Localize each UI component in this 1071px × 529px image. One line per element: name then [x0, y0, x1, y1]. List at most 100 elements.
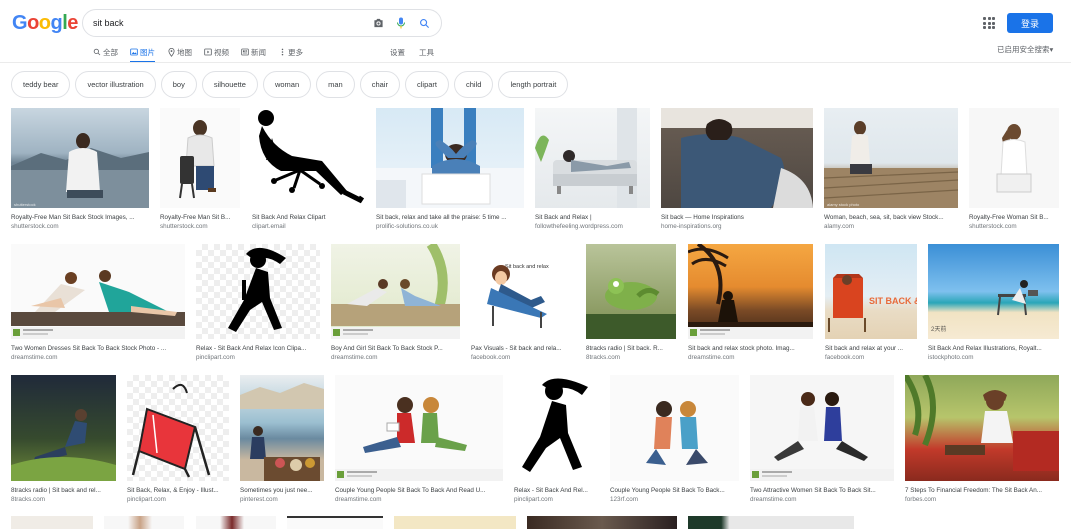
result-thumbnail[interactable]: [750, 375, 894, 481]
result-caption[interactable]: Royalty-Free Woman Sit B...: [969, 213, 1059, 222]
image-result[interactable]: Relax - Sit Back And Relax Icon Clipa...…: [196, 244, 320, 362]
result-source[interactable]: pinclipart.com: [196, 353, 320, 362]
result-thumbnail[interactable]: [331, 244, 460, 339]
search-box[interactable]: [82, 9, 442, 37]
image-result[interactable]: 8tracks radio | Sit back and rel... 8tra…: [11, 375, 116, 504]
result-thumbnail[interactable]: [252, 108, 365, 208]
result-caption[interactable]: Sit Back, Relax, & Enjoy - Illust...: [127, 486, 229, 495]
image-result[interactable]: Boy And Girl Sit Back To Back Stock P...…: [331, 244, 460, 362]
result-source[interactable]: shutterstock.com: [969, 222, 1059, 231]
result-caption[interactable]: Relax - Sit Back And Relax Icon Clipa...: [196, 344, 320, 353]
result-source[interactable]: followthefeeling.wordpress.com: [535, 222, 650, 231]
result-caption[interactable]: Sit back and relax at your ...: [825, 344, 917, 353]
chip[interactable]: clipart: [404, 71, 449, 98]
result-thumbnail[interactable]: [376, 108, 524, 208]
chip[interactable]: teddy bear: [11, 71, 71, 98]
image-result[interactable]: SIT BACK & RELAX Sit back and relax at y…: [825, 244, 917, 362]
chip[interactable]: silhouette: [201, 71, 258, 98]
image-result[interactable]: Two Women Dresses Sit Back To Back Stock…: [11, 244, 185, 362]
result-thumbnail[interactable]: [905, 375, 1059, 481]
microphone-icon[interactable]: [394, 16, 408, 30]
chip[interactable]: chair: [359, 71, 400, 98]
chip[interactable]: man: [316, 71, 355, 98]
result-thumbnail[interactable]: [514, 375, 599, 481]
result-caption[interactable]: Royalty-Free Man Sit Back Stock Images, …: [11, 213, 149, 222]
tab-more[interactable]: 更多: [278, 42, 303, 62]
result-caption[interactable]: Boy And Girl Sit Back To Back Stock P...: [331, 344, 460, 353]
image-result[interactable]: Sit back and relax Pax Visuals - Sit bac…: [471, 244, 575, 362]
result-source[interactable]: 123rf.com: [610, 495, 739, 504]
result-caption[interactable]: 8tracks radio | Sit back and rel...: [11, 486, 116, 495]
image-result[interactable]: shutterstock Royalty-Free Man Sit Back S…: [11, 108, 149, 231]
tab-images[interactable]: 图片: [130, 42, 155, 63]
safesearch-toggle[interactable]: 已启用安全搜索▾: [997, 44, 1053, 55]
image-result[interactable]: [287, 516, 383, 529]
result-source[interactable]: alamy.com: [824, 222, 958, 231]
search-input[interactable]: [93, 18, 362, 28]
image-result[interactable]: Sit back — Home Inspirations home-inspir…: [661, 108, 813, 231]
result-source[interactable]: pinclipart.com: [514, 495, 599, 504]
result-thumbnail[interactable]: Sit back and relax: [471, 244, 575, 339]
result-caption[interactable]: Relax - Sit Back And Rel...: [514, 486, 599, 495]
result-caption[interactable]: Couple Young People Sit Back To Back And…: [335, 486, 503, 495]
image-result[interactable]: [688, 516, 854, 529]
result-source[interactable]: facebook.com: [471, 353, 575, 362]
result-source[interactable]: dreamstime.com: [688, 353, 813, 362]
chip[interactable]: child: [454, 71, 494, 98]
result-source[interactable]: dreamstime.com: [331, 353, 460, 362]
result-thumbnail[interactable]: [661, 108, 813, 208]
result-caption[interactable]: Sit back and relax stock photo. Imag...: [688, 344, 813, 353]
result-source[interactable]: dreamstime.com: [335, 495, 503, 504]
image-result[interactable]: [527, 516, 677, 529]
result-caption[interactable]: Sit Back and Relax |: [535, 213, 650, 222]
result-thumbnail[interactable]: [586, 244, 676, 339]
result-source[interactable]: dreamstime.com: [750, 495, 894, 504]
result-caption[interactable]: Sit Back And Relax Clipart: [252, 213, 365, 222]
image-result[interactable]: Sit back and relax stock photo. Imag... …: [688, 244, 813, 362]
chip[interactable]: vector illustration: [75, 71, 156, 98]
result-caption[interactable]: Couple Young People Sit Back To Back...: [610, 486, 739, 495]
result-caption[interactable]: Sit back, relax and take all the praise:…: [376, 213, 524, 222]
image-result[interactable]: Relax - Sit Back And Rel... pinclipart.c…: [514, 375, 599, 504]
image-result[interactable]: Sit back, relax and take all the praise:…: [376, 108, 524, 231]
result-thumbnail[interactable]: [335, 375, 503, 481]
image-result[interactable]: [11, 516, 93, 529]
result-thumbnail[interactable]: [11, 375, 116, 481]
result-thumbnail[interactable]: [527, 516, 677, 529]
tab-maps[interactable]: 地图: [167, 42, 192, 62]
result-source[interactable]: 8tracks.com: [586, 353, 676, 362]
result-source[interactable]: facebook.com: [825, 353, 917, 362]
result-thumbnail[interactable]: alamy stock photo: [824, 108, 958, 208]
result-source[interactable]: 8tracks.com: [11, 495, 116, 504]
tab-videos[interactable]: 视频: [204, 42, 229, 62]
result-source[interactable]: shutterstock.com: [11, 222, 149, 231]
result-thumbnail[interactable]: [104, 516, 184, 529]
result-thumbnail[interactable]: [240, 375, 324, 481]
result-source[interactable]: home-inspirations.org: [661, 222, 813, 231]
tab-news[interactable]: 新闻: [241, 42, 266, 62]
result-thumbnail[interactable]: [287, 516, 383, 529]
login-button[interactable]: 登录: [1007, 13, 1053, 33]
result-thumbnail[interactable]: [969, 108, 1059, 208]
result-source[interactable]: dreamstime.com: [11, 353, 185, 362]
tab-all[interactable]: 全部: [93, 42, 118, 62]
image-result[interactable]: Couple Young People Sit Back To Back... …: [610, 375, 739, 504]
chip[interactable]: boy: [160, 71, 197, 98]
chip[interactable]: woman: [262, 71, 312, 98]
image-result[interactable]: Sit Back And Relax Clipart clipart.email: [252, 108, 365, 231]
apps-grid-icon[interactable]: [983, 17, 995, 29]
camera-icon[interactable]: [371, 16, 385, 30]
result-caption[interactable]: Sit back — Home Inspirations: [661, 213, 813, 222]
result-caption[interactable]: Two Attractive Women Sit Back To Back Si…: [750, 486, 894, 495]
result-source[interactable]: forbes.com: [905, 495, 1059, 504]
result-thumbnail[interactable]: SIT BACK & RELAX: [825, 244, 917, 339]
search-icon[interactable]: [417, 16, 431, 30]
result-caption[interactable]: Pax Visuals - Sit back and rela...: [471, 344, 575, 353]
image-result[interactable]: [394, 516, 516, 529]
image-result[interactable]: 8tracks radio | Sit back. R... 8tracks.c…: [586, 244, 676, 362]
image-result[interactable]: Royalty-Free Man Sit B... shutterstock.c…: [160, 108, 240, 231]
result-thumbnail[interactable]: [688, 244, 813, 339]
image-result[interactable]: 7 Steps To Financial Freedom: The Sit Ba…: [905, 375, 1059, 504]
chip[interactable]: length portrait: [498, 71, 569, 98]
image-result[interactable]: [196, 516, 276, 529]
